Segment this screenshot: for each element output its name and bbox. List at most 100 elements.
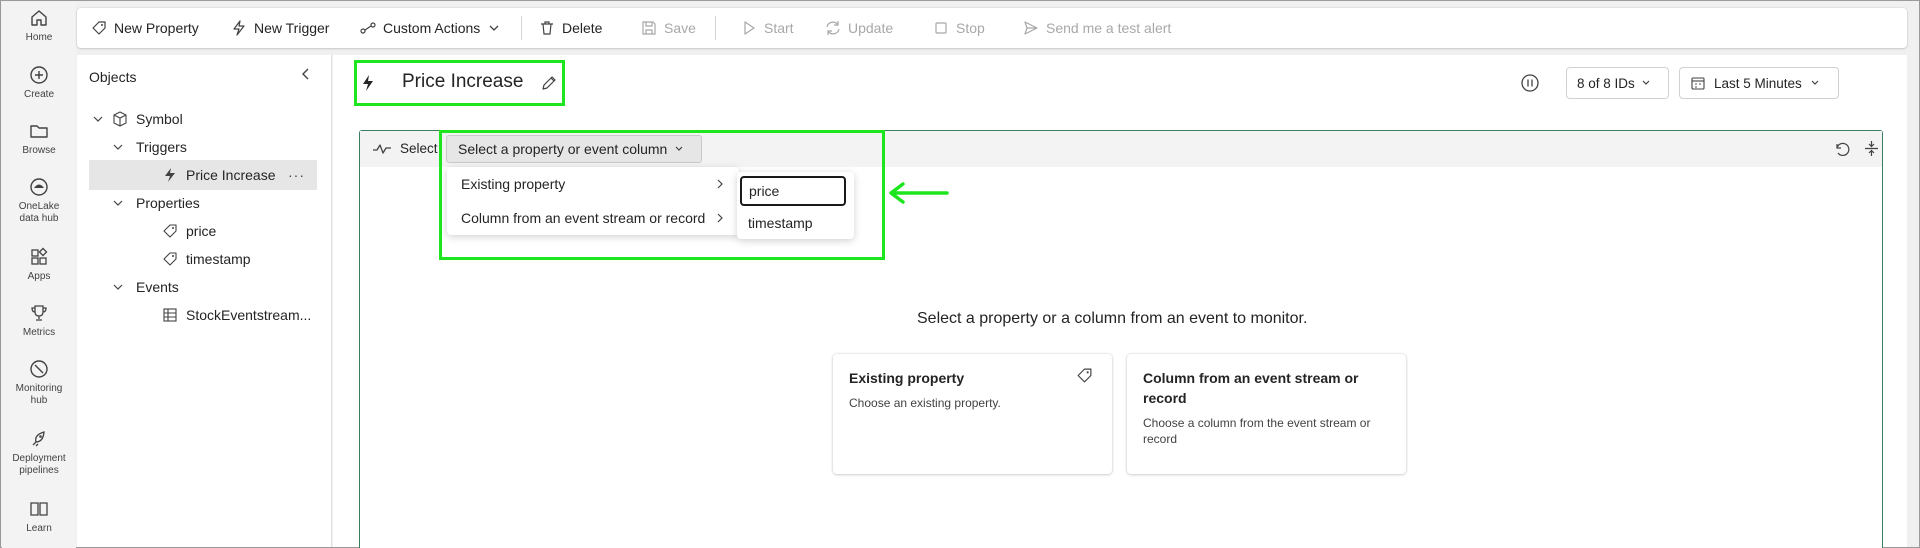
nav-apps[interactable]: Apps: [2, 247, 76, 283]
nav-onelake[interactable]: OneLake data hub: [2, 177, 76, 225]
nav-home[interactable]: Home: [2, 8, 76, 44]
nav-browse[interactable]: Browse: [2, 121, 76, 157]
tree-item-price-increase[interactable]: Price Increase ···: [89, 160, 317, 190]
more-options-icon[interactable]: ···: [288, 167, 305, 183]
nav-monitoring-label-1: Monitoring: [15, 383, 63, 394]
select-property-dropdown[interactable]: Select a property or event column: [446, 135, 702, 163]
main-content: Price Increase 8 of 8 IDs Last 5 Minutes…: [333, 55, 1907, 548]
tree-item-price-increase-label: Price Increase: [186, 167, 276, 183]
delete-label: Delete: [562, 20, 603, 36]
tree-item-events[interactable]: Events: [89, 272, 317, 302]
nav-deployment[interactable]: Deployment pipelines: [2, 429, 76, 477]
tree-item-symbol-label: Symbol: [136, 111, 183, 127]
chevron-down-icon: [93, 116, 103, 122]
book-icon: [30, 502, 48, 516]
save-icon: [642, 21, 656, 35]
pause-icon[interactable]: [1520, 73, 1540, 93]
tag-icon: [163, 224, 177, 238]
menu-item-event-column[interactable]: Column from an event stream or record: [447, 201, 739, 235]
tree-item-timestamp[interactable]: timestamp: [89, 244, 317, 274]
event-column-card-title-1: Column from an event stream or: [1143, 370, 1359, 386]
collapse-panel-icon[interactable]: [299, 67, 313, 81]
toolbar-divider: [521, 16, 522, 40]
existing-property-card-title: Existing property: [849, 370, 965, 386]
nav-apps-label: Apps: [27, 271, 51, 282]
toolbar-divider: [715, 16, 716, 40]
nav-browse-label: Browse: [22, 145, 56, 156]
property-timestamp-option[interactable]: timestamp: [737, 207, 854, 239]
custom-actions-button[interactable]: Custom Actions: [360, 8, 500, 48]
arrow-left-annotation-icon: [889, 182, 949, 204]
cube-icon: [113, 111, 127, 127]
select-property-dropdown-label: Select a property or event column: [458, 141, 668, 157]
tree-item-triggers[interactable]: Triggers: [89, 132, 317, 162]
left-nav-rail: Home Create Browse OneLake data hub Apps…: [2, 2, 76, 548]
onelake-icon: [30, 178, 48, 196]
time-range-label: Last 5 Minutes: [1714, 75, 1802, 91]
property-timestamp-option-label: timestamp: [748, 215, 813, 231]
chevron-down-icon: [113, 144, 123, 150]
table-icon: [163, 308, 177, 322]
nav-deployment-label-1: Deployment: [12, 453, 66, 464]
play-icon: [744, 21, 755, 35]
tag-icon: [163, 252, 177, 266]
property-price-option[interactable]: [740, 176, 846, 206]
event-column-card-title-2: record: [1143, 390, 1187, 406]
collapse-vertical-icon[interactable]: [1863, 140, 1880, 157]
objects-title: Objects: [89, 69, 137, 85]
new-property-button[interactable]: New Property: [91, 8, 199, 48]
save-button[interactable]: Save: [641, 8, 696, 48]
flow-icon: [360, 22, 376, 34]
start-button[interactable]: Start: [741, 8, 794, 48]
chevron-right-icon: [717, 213, 723, 223]
menu-item-existing-property[interactable]: Existing property: [447, 167, 739, 201]
refresh-icon: [826, 21, 840, 35]
send-icon: [1024, 21, 1038, 35]
event-column-card-desc-2: record: [1143, 432, 1178, 446]
nav-home-label: Home: [25, 32, 53, 43]
tree-item-price-label: price: [186, 223, 217, 239]
stop-icon: [935, 22, 947, 34]
existing-property-card[interactable]: Existing property Choose an existing pro…: [833, 354, 1112, 474]
time-range-dropdown[interactable]: Last 5 Minutes: [1679, 67, 1839, 99]
tree-item-triggers-label: Triggers: [136, 139, 187, 155]
chevron-down-icon: [113, 200, 123, 206]
chevron-down-icon: [1811, 80, 1819, 85]
menu-item-existing-property-label: Existing property: [461, 176, 566, 192]
tag-icon: [92, 21, 106, 35]
nav-learn[interactable]: Learn: [2, 499, 76, 535]
stop-button[interactable]: Stop: [933, 8, 985, 48]
lightning-icon: [363, 75, 373, 91]
event-column-card[interactable]: Column from an event stream or record Ch…: [1127, 354, 1406, 474]
send-test-alert-button[interactable]: Send me a test alert: [1023, 8, 1171, 48]
nav-create-label: Create: [23, 89, 54, 100]
start-label: Start: [764, 20, 794, 36]
new-trigger-button[interactable]: New Trigger: [231, 8, 329, 48]
tree-item-stock-eventstream-label: StockEventstream...: [186, 307, 312, 323]
ids-filter-dropdown[interactable]: 8 of 8 IDs: [1566, 67, 1669, 99]
tree-item-price[interactable]: price: [89, 216, 317, 246]
pulse-icon: [373, 144, 391, 154]
update-button[interactable]: Update: [825, 8, 893, 48]
nav-metrics[interactable]: Metrics: [2, 303, 76, 339]
trophy-icon: [31, 305, 47, 321]
undo-icon[interactable]: [1833, 140, 1850, 157]
home-icon: [31, 10, 47, 26]
tree-item-properties[interactable]: Properties: [89, 188, 317, 218]
nav-onelake-label-1: OneLake: [18, 201, 60, 212]
monitor-icon: [30, 360, 48, 378]
plus-circle-icon: [30, 66, 48, 84]
send-test-alert-label: Send me a test alert: [1046, 20, 1172, 36]
delete-button[interactable]: Delete: [539, 8, 602, 48]
tree-item-symbol[interactable]: Symbol: [89, 104, 317, 134]
nav-onelake-label-2: data hub: [19, 213, 59, 224]
chevron-down-icon: [675, 146, 683, 151]
chevron-right-icon: [717, 179, 723, 189]
nav-monitoring[interactable]: Monitoring hub: [2, 359, 76, 407]
nav-learn-label: Learn: [26, 523, 52, 534]
tree-item-stock-eventstream[interactable]: StockEventstream...: [89, 300, 317, 330]
edit-pencil-icon[interactable]: [540, 75, 557, 92]
tree-item-properties-label: Properties: [136, 195, 200, 211]
nav-create[interactable]: Create: [2, 65, 76, 101]
property-source-menu: Existing property Column from an event s…: [447, 167, 739, 235]
